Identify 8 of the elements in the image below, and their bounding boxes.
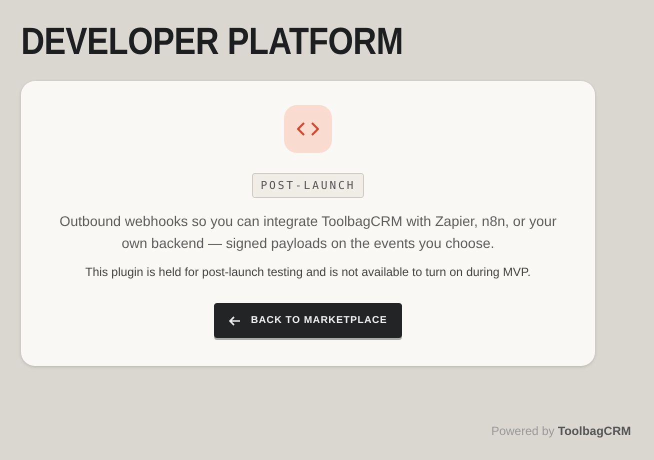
status-badge: POST-LAUNCH: [252, 173, 364, 198]
availability-note: This plugin is held for post-launch testing and is not available to turn on during MVP.: [85, 265, 531, 279]
plugin-description: Outbound webhooks so you can integrate ToolbagCRM with Zapier, n8n, or your own backend — signed payloads on the events you choose.: [58, 212, 558, 253]
back-button[interactable]: BACK TO MARKETPLACE: [214, 303, 402, 338]
code-icon: [297, 122, 319, 136]
page-title: DEVELOPER PLATFORM: [21, 20, 404, 65]
arrow-left-icon: [228, 316, 241, 326]
powered-by-text: Powered by ToolbagCRM: [491, 424, 631, 438]
